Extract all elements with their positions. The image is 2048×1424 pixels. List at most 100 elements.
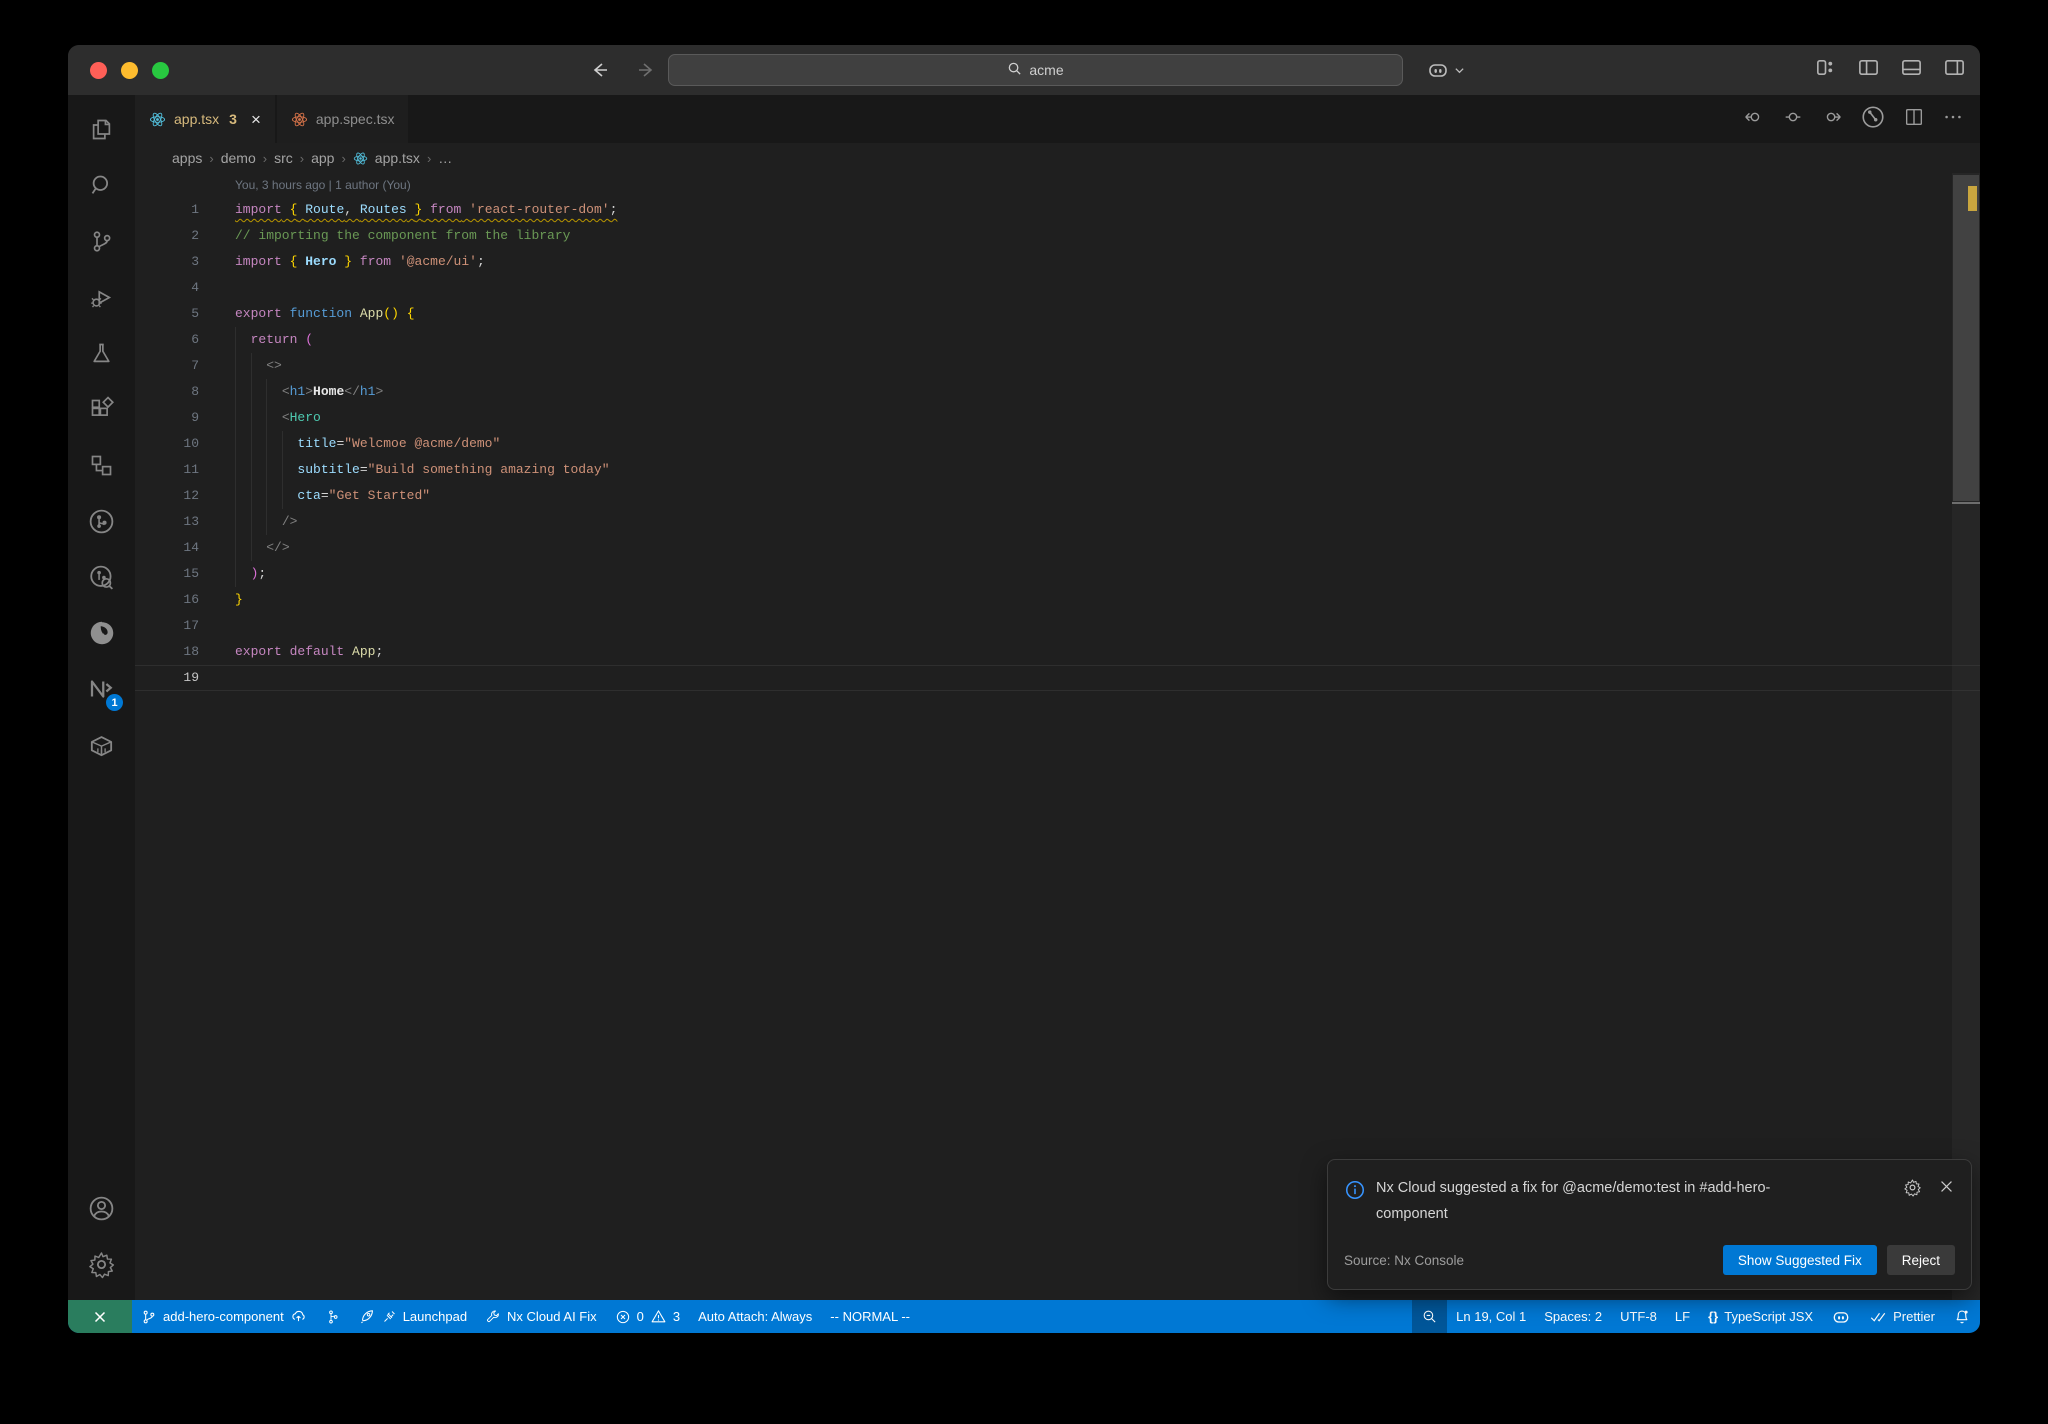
code-line[interactable]: 7 <> (135, 353, 1980, 379)
indent-guide (250, 509, 252, 535)
navigate-forward-icon[interactable] (636, 60, 656, 80)
code-line[interactable]: 16} (135, 587, 1980, 613)
code-line[interactable]: 4 (135, 275, 1980, 301)
run-commit-graph-icon[interactable] (1860, 104, 1886, 135)
code-line[interactable]: 13 /> (135, 509, 1980, 535)
vim-mode-status[interactable]: -- NORMAL -- (821, 1300, 919, 1333)
code-line[interactable]: 10 title="Welcmoe @acme/demo" (135, 431, 1980, 457)
problems-status[interactable]: 0 3 (606, 1300, 689, 1333)
code-line[interactable]: 5 export function App() { (135, 301, 1980, 327)
command-center-search[interactable]: acme (668, 54, 1403, 86)
code-token: export (235, 644, 282, 659)
tab-bar: app.tsx 3 × app.spec.tsx (135, 95, 1980, 143)
run-and-debug-icon[interactable] (68, 269, 135, 325)
show-suggested-fix-button[interactable]: Show Suggested Fix (1722, 1245, 1877, 1275)
breadcrumb-item[interactable]: apps (172, 150, 202, 166)
nx-console-icon[interactable]: 1 (68, 661, 135, 717)
tab-app-tsx[interactable]: app.tsx 3 × (135, 95, 275, 143)
code-line[interactable]: 2 // importing the component from the lib… (135, 223, 1980, 249)
code-line[interactable]: 19 (135, 665, 1980, 691)
nx-cloud-fix-label: Nx Cloud AI Fix (507, 1309, 597, 1324)
gitlens-previous-change-icon[interactable] (1743, 106, 1765, 133)
code-line[interactable]: 9 <Hero (135, 405, 1980, 431)
minimize-window-button[interactable] (121, 61, 138, 79)
code-line[interactable]: 14 </> (135, 535, 1980, 561)
code-token: = (359, 462, 368, 477)
code-line[interactable]: 17 (135, 613, 1980, 639)
error-icon (616, 1310, 629, 1323)
chevron-right-icon: › (262, 150, 268, 166)
account-icon[interactable] (68, 1180, 135, 1236)
source-control-icon[interactable] (68, 213, 135, 269)
remote-indicator[interactable] (68, 1300, 132, 1333)
navigate-back-icon[interactable] (590, 60, 610, 80)
code-line[interactable]: 18 export default App; (135, 639, 1980, 665)
reject-button[interactable]: Reject (1886, 1245, 1955, 1275)
code-line[interactable]: 6 return ( (135, 327, 1980, 353)
indent-guide (250, 431, 252, 457)
code-line[interactable]: 3 import { Hero } from '@acme/ui'; (135, 249, 1980, 275)
scrollbar-slider[interactable] (1953, 175, 1979, 501)
language-mode-status[interactable]: {} TypeScript JSX (1699, 1300, 1822, 1333)
notification-settings-gear-icon[interactable] (1903, 1178, 1922, 1202)
toggle-secondary-sidebar-icon[interactable] (1943, 56, 1966, 84)
code-editor[interactable]: You, 3 hours ago | 1 author (You) 1 impor… (135, 173, 1980, 1300)
breadcrumb-item[interactable]: app.tsx (375, 150, 420, 166)
notification-close-icon[interactable] (1938, 1178, 1955, 1202)
explorer-icon[interactable] (68, 101, 135, 157)
tab-app-spec-tsx[interactable]: app.spec.tsx (276, 95, 409, 143)
editor-actions (1727, 95, 1980, 143)
containers-icon[interactable] (68, 717, 135, 773)
gitlens-next-change-icon[interactable] (1821, 106, 1843, 133)
zoom-window-button[interactable] (152, 61, 169, 79)
copilot-icon (1429, 64, 1447, 77)
code-token: ; (609, 202, 618, 217)
settings-gear-icon[interactable] (68, 1236, 135, 1292)
customize-layout-icon[interactable] (1814, 56, 1837, 84)
copilot-menu[interactable] (1426, 54, 1465, 86)
gitlens-blame-annotation[interactable]: You, 3 hours ago | 1 author (You) (235, 173, 1980, 197)
toggle-panel-icon[interactable] (1900, 56, 1923, 84)
extensions-icon[interactable] (68, 381, 135, 437)
nx-cloud-fix-status[interactable]: Nx Cloud AI Fix (476, 1300, 606, 1333)
breadcrumb-item[interactable]: app (311, 150, 334, 166)
code-token: > (375, 384, 384, 399)
code-line[interactable]: 1 import { Route, Routes } from 'react-ro… (135, 197, 1980, 223)
code-line[interactable]: 8 <h1>Home</h1> (135, 379, 1980, 405)
breadcrumb-item[interactable]: demo (221, 150, 256, 166)
gitlens-launchpad-status[interactable]: Launchpad (350, 1300, 476, 1333)
command-center-query: acme (1029, 62, 1064, 78)
zoom-status[interactable] (1412, 1300, 1448, 1333)
eol-status[interactable]: LF (1666, 1300, 1699, 1333)
prettier-status[interactable]: Prettier (1860, 1300, 1944, 1333)
more-actions-icon[interactable] (1942, 106, 1964, 133)
breadcrumb-item[interactable]: src (274, 150, 293, 166)
encoding-status[interactable]: UTF-8 (1611, 1300, 1666, 1333)
code-line[interactable]: 11 subtitle="Build something amazing tod… (135, 457, 1980, 483)
commit-graph-status[interactable] (316, 1300, 350, 1333)
auto-attach-status[interactable]: Auto Attach: Always (689, 1300, 821, 1333)
split-editor-icon[interactable] (1903, 106, 1925, 133)
gitlens-inspect-icon[interactable] (68, 549, 135, 605)
close-window-button[interactable] (90, 61, 107, 79)
close-tab-icon[interactable]: × (251, 111, 261, 128)
breadcrumb-item[interactable]: … (438, 150, 452, 166)
editor-scrollbar[interactable] (1952, 173, 1980, 1300)
react-test-icon (291, 112, 307, 126)
cursor-position-status[interactable]: Ln 19, Col 1 (1447, 1300, 1535, 1333)
gitlens-icon[interactable] (68, 493, 135, 549)
search-icon[interactable] (68, 157, 135, 213)
copilot-status[interactable] (1822, 1300, 1860, 1333)
toggle-primary-sidebar-icon[interactable] (1857, 56, 1880, 84)
hierarchy-icon[interactable] (68, 437, 135, 493)
code-line[interactable]: 15 ); (135, 561, 1980, 587)
code-line[interactable]: 12 cta="Get Started" (135, 483, 1980, 509)
gitlens-changes-icon[interactable] (1782, 106, 1804, 133)
notification-message: Nx Cloud suggested a fix for @acme/demo:… (1376, 1180, 1771, 1222)
code-token: { (406, 306, 415, 321)
edge-browser-icon[interactable] (68, 605, 135, 661)
notifications-bell[interactable] (1944, 1300, 1980, 1333)
testing-icon[interactable] (68, 325, 135, 381)
git-branch-status[interactable]: add-hero-component (132, 1300, 316, 1333)
indentation-status[interactable]: Spaces: 2 (1535, 1300, 1611, 1333)
